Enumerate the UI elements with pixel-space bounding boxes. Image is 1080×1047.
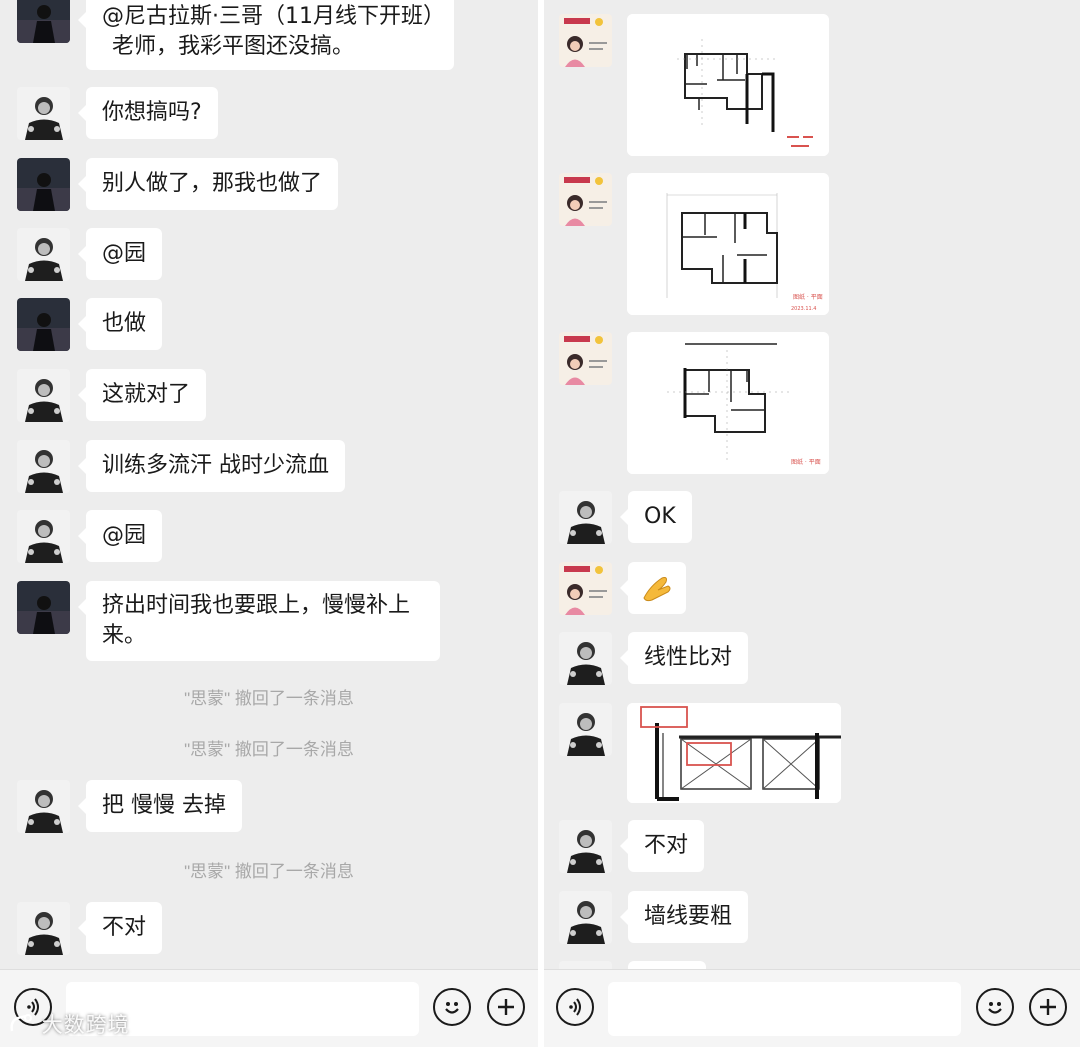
plus-icon xyxy=(498,999,514,1015)
avatar-teacher[interactable] xyxy=(559,891,612,944)
voice-button[interactable] xyxy=(556,988,594,1026)
message-bubble[interactable]: 不对 xyxy=(619,820,705,872)
message-text: 把 慢慢 去掉 xyxy=(102,793,226,818)
praying-hands-icon xyxy=(643,577,671,602)
plus-button[interactable] xyxy=(487,988,525,1026)
message-line: @尼古拉斯·三哥（11月线下开班） xyxy=(102,4,445,29)
message-bubble[interactable]: 不对 xyxy=(77,902,163,954)
avatar-teacher[interactable] xyxy=(17,87,70,140)
message-text: @园 xyxy=(102,241,147,266)
emoji-face-icon xyxy=(988,1002,1002,1014)
message-text: 不对 xyxy=(102,915,147,940)
message-bubble[interactable]: 把 慢慢 去掉 xyxy=(78,780,242,832)
voice-icon xyxy=(569,998,581,1016)
message-input[interactable] xyxy=(608,982,961,1036)
recall-notice: "思蒙" 撤回了一条消息 xyxy=(184,740,354,759)
avatar-teacher[interactable] xyxy=(559,491,612,544)
avatar-dark[interactable] xyxy=(17,298,70,351)
message-bubble[interactable]: @园 xyxy=(77,228,163,280)
message-text: 这就对了 xyxy=(102,382,191,407)
message-text: 线性比对 xyxy=(644,645,733,670)
floor-plan-image[interactable]: 图纸 · 平面 xyxy=(627,332,829,474)
avatar-poster[interactable] xyxy=(559,332,612,385)
message-bubble[interactable]: @尼古拉斯·三哥（11月线下开班） 老师，我彩平图还没搞。 xyxy=(78,0,454,70)
message-text: @园 xyxy=(102,523,147,548)
left-chat-pane: @尼古拉斯·三哥（11月线下开班） 老师，我彩平图还没搞。 你想搞吗? 别人做了… xyxy=(0,0,538,1047)
recall-notice: "思蒙" 撤回了一条消息 xyxy=(184,689,354,708)
watermark-text: 大数跨境 xyxy=(41,1013,130,1037)
emoji-button[interactable] xyxy=(976,988,1014,1026)
message-bubble[interactable]: 别人做了，那我也做了 xyxy=(77,158,339,210)
message-bubble[interactable]: 挤出时间我也要跟上，慢慢补上 来。 xyxy=(78,581,440,661)
message-text: 墙线要粗 xyxy=(644,904,733,929)
avatar-teacher[interactable] xyxy=(17,228,70,281)
avatar-teacher[interactable] xyxy=(17,510,70,563)
avatar-teacher[interactable] xyxy=(559,703,612,756)
plus-icon xyxy=(1040,999,1056,1015)
plan-caption: 2023.11.4 xyxy=(791,306,816,312)
emoji-button[interactable] xyxy=(433,988,471,1026)
plan-caption: 图纸 · 平面 xyxy=(793,293,823,301)
avatar-dark[interactable] xyxy=(17,0,70,43)
wall-detail-image[interactable] xyxy=(627,703,841,803)
avatar-teacher[interactable] xyxy=(559,820,612,873)
avatar-teacher[interactable] xyxy=(17,440,70,493)
message-line: 来。 xyxy=(102,623,147,648)
message-text: 不对 xyxy=(644,833,689,858)
avatar-poster[interactable] xyxy=(559,14,612,67)
message-text: 训练多流汗 战时少流血 xyxy=(102,453,329,478)
plan-caption: 图纸 · 平面 xyxy=(791,458,821,466)
message-bubble[interactable]: OK xyxy=(620,491,692,543)
avatar-poster[interactable] xyxy=(559,562,612,615)
message-bubble[interactable]: @园 xyxy=(77,510,163,562)
message-bubble[interactable]: 也做 xyxy=(77,298,163,350)
message-text: 你想搞吗? xyxy=(102,100,202,125)
chat-input-bar xyxy=(544,969,1080,1047)
logo-icon xyxy=(10,1014,32,1032)
avatar-dark[interactable] xyxy=(17,158,70,211)
message-line: 挤出时间我也要跟上，慢慢补上 xyxy=(102,593,411,618)
watermark: 大数跨境 xyxy=(8,1009,130,1039)
right-chat-pane: 图纸 · 平面 2023.11.4 图纸 · 平面 OK 线性比对 不对 墙线要… xyxy=(544,0,1080,1047)
floor-plan-image[interactable] xyxy=(627,14,829,156)
message-text: 也做 xyxy=(102,311,147,336)
message-bubble[interactable]: 墙线要粗 xyxy=(619,891,749,943)
message-bubble[interactable]: 你想搞吗? xyxy=(78,87,218,139)
avatar-dark[interactable] xyxy=(17,581,70,634)
avatar-poster[interactable] xyxy=(559,173,612,226)
message-bubble[interactable] xyxy=(620,562,686,614)
emoji-face-icon xyxy=(445,1002,459,1014)
message-bubble[interactable]: 训练多流汗 战时少流血 xyxy=(78,440,345,492)
plus-button[interactable] xyxy=(1029,988,1067,1026)
message-bubble[interactable]: 线性比对 xyxy=(619,632,749,684)
avatar-teacher[interactable] xyxy=(17,780,70,833)
message-text: OK xyxy=(644,504,676,529)
avatar-teacher[interactable] xyxy=(17,902,70,955)
avatar-teacher[interactable] xyxy=(559,632,612,685)
message-bubble[interactable]: 这就对了 xyxy=(77,369,207,421)
floor-plan-image[interactable]: 图纸 · 平面 2023.11.4 xyxy=(627,173,829,315)
recall-notice: "思蒙" 撤回了一条消息 xyxy=(184,862,354,881)
message-line: 老师，我彩平图还没搞。 xyxy=(112,34,355,59)
avatar-teacher[interactable] xyxy=(17,369,70,422)
message-text: 别人做了，那我也做了 xyxy=(102,171,323,196)
